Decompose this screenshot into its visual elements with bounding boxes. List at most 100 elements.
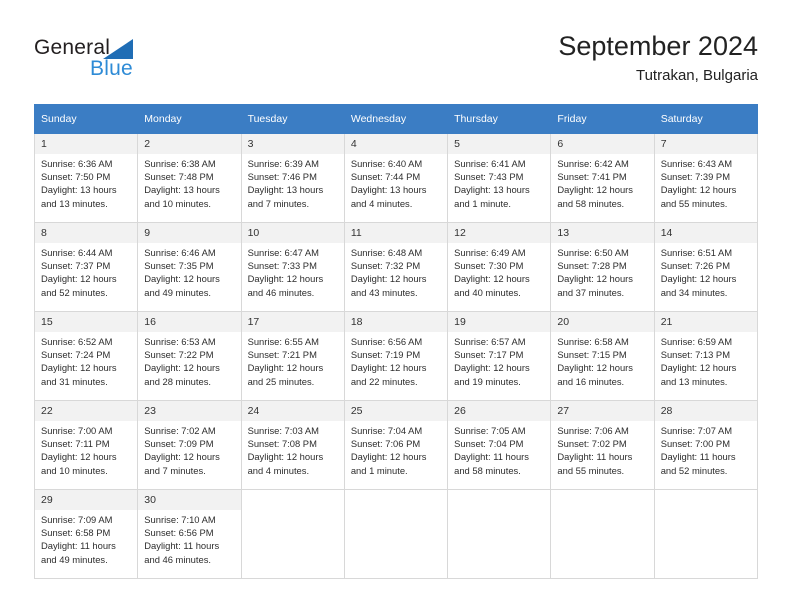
- calendar-week-row: 8 Sunrise: 6:44 AM Sunset: 7:37 PM Daylight…: [33, 222, 759, 312]
- sunrise-time: Sunrise: 6:46 AM: [144, 247, 216, 258]
- general-blue-logo: General Blue: [34, 36, 224, 84]
- calendar-day-cell[interactable]: 9 Sunrise: 6:46 AM Sunset: 7:35 PM Daylight…: [137, 222, 242, 312]
- calendar-day-cell[interactable]: 19 Sunrise: 6:57 AM Sunset: 7:17 PM Dayligh…: [447, 311, 552, 401]
- calendar-day-cell[interactable]: 17 Sunrise: 6:55 AM Sunset: 7:21 PM Dayligh…: [240, 311, 345, 401]
- logo-text-blue: Blue: [90, 57, 133, 80]
- day-sun-info: Sunrise: 6:52 AM Sunset: 7:24 PM Daylight:…: [35, 332, 137, 388]
- calendar-day-cell-empty: [447, 489, 552, 579]
- sunrise-time: Sunrise: 6:53 AM: [144, 336, 216, 347]
- sunrise-time: Sunrise: 6:38 AM: [144, 158, 216, 169]
- sunset-time: Sunset: 7:30 PM: [454, 260, 524, 272]
- calendar-day-cell[interactable]: 21 Sunrise: 6:59 AM Sunset: 7:13 PM Dayligh…: [653, 311, 759, 401]
- day-sun-info: Sunrise: 7:06 AM Sunset: 7:02 PM Daylight:…: [551, 421, 653, 477]
- sunrise-time: Sunrise: 6:58 AM: [557, 336, 629, 347]
- day-number: 13: [551, 223, 654, 243]
- page-subtitle-location: Tutrakan, Bulgaria: [635, 67, 758, 84]
- calendar-day-cell[interactable]: 26 Sunrise: 7:05 AM Sunset: 7:04 PM Dayligh…: [447, 400, 552, 490]
- calendar-day-cell[interactable]: 8 Sunrise: 6:44 AM Sunset: 7:37 PM Daylight…: [33, 222, 139, 312]
- sunset-time: Sunset: 7:32 PM: [350, 260, 421, 272]
- calendar-day-cell[interactable]: 24 Sunrise: 7:03 AM Sunset: 7:08 PM Dayligh…: [240, 400, 345, 490]
- calendar-day-cell[interactable]: 3 Sunrise: 6:39 AM Sunset: 7:46 PM Daylight…: [240, 133, 345, 223]
- calendar-day-cell[interactable]: 2 Sunrise: 6:38 AM Sunset: 7:48 PM Daylight…: [137, 133, 242, 223]
- sunset-time: Sunset: 7:26 PM: [660, 260, 730, 272]
- calendar-day-cell[interactable]: 28 Sunrise: 7:07 AM Sunset: 7:00 PM Dayligh…: [653, 400, 759, 490]
- weekday-header-saturday: Saturday: [653, 104, 759, 134]
- day-number: 6: [551, 134, 654, 154]
- day-sun-info: Sunrise: 6:59 AM Sunset: 7:13 PM Daylight:…: [655, 332, 757, 388]
- daylight-duration: Daylight: 11 hours and 49 minutes.: [41, 540, 116, 565]
- day-sun-info: Sunrise: 6:51 AM Sunset: 7:26 PM Daylight:…: [655, 243, 757, 299]
- sunrise-time: Sunrise: 6:52 AM: [41, 336, 113, 347]
- calendar-day-cell[interactable]: 27 Sunrise: 7:06 AM Sunset: 7:02 PM Dayligh…: [550, 400, 655, 490]
- calendar-week-row: 22 Sunrise: 7:00 AM Sunset: 7:11 PM Dayligh…: [33, 400, 759, 490]
- calendar-day-cell[interactable]: 10 Sunrise: 6:47 AM Sunset: 7:33 PM Dayligh…: [240, 222, 345, 312]
- daylight-duration: Daylight: 11 hours and 46 minutes.: [144, 540, 220, 565]
- sunset-time: Sunset: 7:13 PM: [660, 349, 730, 361]
- day-sun-info: Sunrise: 6:49 AM Sunset: 7:30 PM Daylight:…: [448, 243, 550, 299]
- calendar-day-cell[interactable]: 30 Sunrise: 7:10 AM Sunset: 6:56 PM Dayligh…: [137, 489, 242, 579]
- day-number: 29: [35, 490, 138, 510]
- calendar-day-cell[interactable]: 25 Sunrise: 7:04 AM Sunset: 7:06 PM Dayligh…: [343, 400, 449, 490]
- weekday-header-friday: Friday: [550, 104, 655, 134]
- calendar-day-cell[interactable]: 22 Sunrise: 7:00 AM Sunset: 7:11 PM Dayligh…: [33, 400, 139, 490]
- calendar-body: 1 Sunrise: 6:36 AM Sunset: 7:50 PM Daylight…: [33, 133, 759, 579]
- calendar-day-cell[interactable]: 20 Sunrise: 6:58 AM Sunset: 7:15 PM Dayligh…: [550, 311, 655, 401]
- sunset-time: Sunset: 7:19 PM: [350, 349, 421, 361]
- daylight-duration: Daylight: 13 hours and 4 minutes.: [350, 184, 427, 209]
- day-number: 23: [138, 401, 241, 421]
- daylight-duration: Daylight: 12 hours and 46 minutes.: [247, 273, 324, 298]
- calendar-day-cell-empty: [653, 489, 759, 579]
- calendar-day-cell[interactable]: 12 Sunrise: 6:49 AM Sunset: 7:30 PM Dayligh…: [447, 222, 552, 312]
- day-number: 4: [344, 134, 448, 154]
- calendar-day-cell[interactable]: 1 Sunrise: 6:36 AM Sunset: 7:50 PM Daylight…: [33, 133, 139, 223]
- calendar-day-cell[interactable]: 13 Sunrise: 6:50 AM Sunset: 7:28 PM Dayligh…: [550, 222, 655, 312]
- day-number: 19: [448, 312, 551, 332]
- day-number: 21: [654, 312, 757, 332]
- sunset-time: Sunset: 7:41 PM: [557, 171, 627, 183]
- sunset-time: Sunset: 7:46 PM: [247, 171, 317, 183]
- weekday-header-sunday: Sunday: [33, 104, 139, 134]
- day-number: 3: [241, 134, 344, 154]
- sunrise-time: Sunrise: 7:05 AM: [454, 425, 526, 436]
- calendar-day-cell[interactable]: 29 Sunrise: 7:09 AM Sunset: 6:58 PM Dayligh…: [33, 489, 139, 579]
- calendar-day-cell[interactable]: 7 Sunrise: 6:43 AM Sunset: 7:39 PM Daylight…: [653, 133, 759, 223]
- day-sun-info: Sunrise: 7:04 AM Sunset: 7:06 PM Daylight:…: [345, 421, 447, 477]
- weekday-header-tuesday: Tuesday: [240, 104, 345, 134]
- calendar-day-cell[interactable]: 15 Sunrise: 6:52 AM Sunset: 7:24 PM Dayligh…: [33, 311, 139, 401]
- day-sun-info: Sunrise: 6:46 AM Sunset: 7:35 PM Daylight:…: [138, 243, 240, 299]
- day-number: 22: [35, 401, 138, 421]
- weekday-header-row: Sunday Monday Tuesday Wednesday Thursday…: [33, 104, 759, 134]
- day-sun-info: Sunrise: 7:05 AM Sunset: 7:04 PM Daylight:…: [448, 421, 550, 477]
- calendar-day-cell[interactable]: 23 Sunrise: 7:02 AM Sunset: 7:09 PM Dayligh…: [137, 400, 242, 490]
- calendar-day-cell[interactable]: 11 Sunrise: 6:48 AM Sunset: 7:32 PM Dayligh…: [343, 222, 449, 312]
- day-number: 2: [138, 134, 241, 154]
- daylight-duration: Daylight: 12 hours and 58 minutes.: [557, 184, 633, 209]
- daylight-duration: Daylight: 13 hours and 13 minutes.: [41, 184, 117, 209]
- calendar-day-cell[interactable]: 4 Sunrise: 6:40 AM Sunset: 7:44 PM Daylight…: [343, 133, 449, 223]
- sunrise-time: Sunrise: 6:51 AM: [660, 247, 733, 258]
- calendar-day-cell[interactable]: 6 Sunrise: 6:42 AM Sunset: 7:41 PM Daylight…: [550, 133, 655, 223]
- day-sun-info: Sunrise: 6:58 AM Sunset: 7:15 PM Daylight:…: [551, 332, 653, 388]
- day-number: 11: [344, 223, 448, 243]
- day-number: 27: [551, 401, 654, 421]
- day-sun-info: Sunrise: 6:40 AM Sunset: 7:44 PM Daylight:…: [345, 154, 447, 210]
- day-sun-info: Sunrise: 7:10 AM Sunset: 6:56 PM Daylight:…: [138, 510, 240, 566]
- day-number: 10: [241, 223, 344, 243]
- sunset-time: Sunset: 7:04 PM: [454, 438, 524, 450]
- calendar-day-cell[interactable]: 14 Sunrise: 6:51 AM Sunset: 7:26 PM Dayligh…: [653, 222, 759, 312]
- daylight-duration: Daylight: 12 hours and 52 minutes.: [41, 273, 117, 298]
- day-sun-info: Sunrise: 6:50 AM Sunset: 7:28 PM Daylight:…: [551, 243, 653, 299]
- daylight-duration: Daylight: 13 hours and 7 minutes.: [247, 184, 324, 209]
- daylight-duration: Daylight: 11 hours and 52 minutes.: [660, 451, 736, 476]
- day-number: 16: [138, 312, 241, 332]
- day-sun-info: Sunrise: 6:39 AM Sunset: 7:46 PM Daylight:…: [242, 154, 344, 210]
- day-number: 8: [35, 223, 138, 243]
- sunset-time: Sunset: 7:11 PM: [41, 438, 110, 450]
- sunrise-time: Sunrise: 7:03 AM: [247, 425, 319, 436]
- calendar-day-cell[interactable]: 5 Sunrise: 6:41 AM Sunset: 7:43 PM Daylight…: [447, 133, 552, 223]
- sunrise-sunset-calendar-table: Sunday Monday Tuesday Wednesday Thursday…: [33, 104, 759, 579]
- day-sun-info: Sunrise: 6:38 AM Sunset: 7:48 PM Daylight:…: [138, 154, 240, 210]
- day-sun-info: Sunrise: 6:42 AM Sunset: 7:41 PM Daylight:…: [551, 154, 653, 210]
- calendar-day-cell[interactable]: 16 Sunrise: 6:53 AM Sunset: 7:22 PM Dayligh…: [137, 311, 242, 401]
- calendar-day-cell[interactable]: 18 Sunrise: 6:56 AM Sunset: 7:19 PM Dayligh…: [343, 311, 449, 401]
